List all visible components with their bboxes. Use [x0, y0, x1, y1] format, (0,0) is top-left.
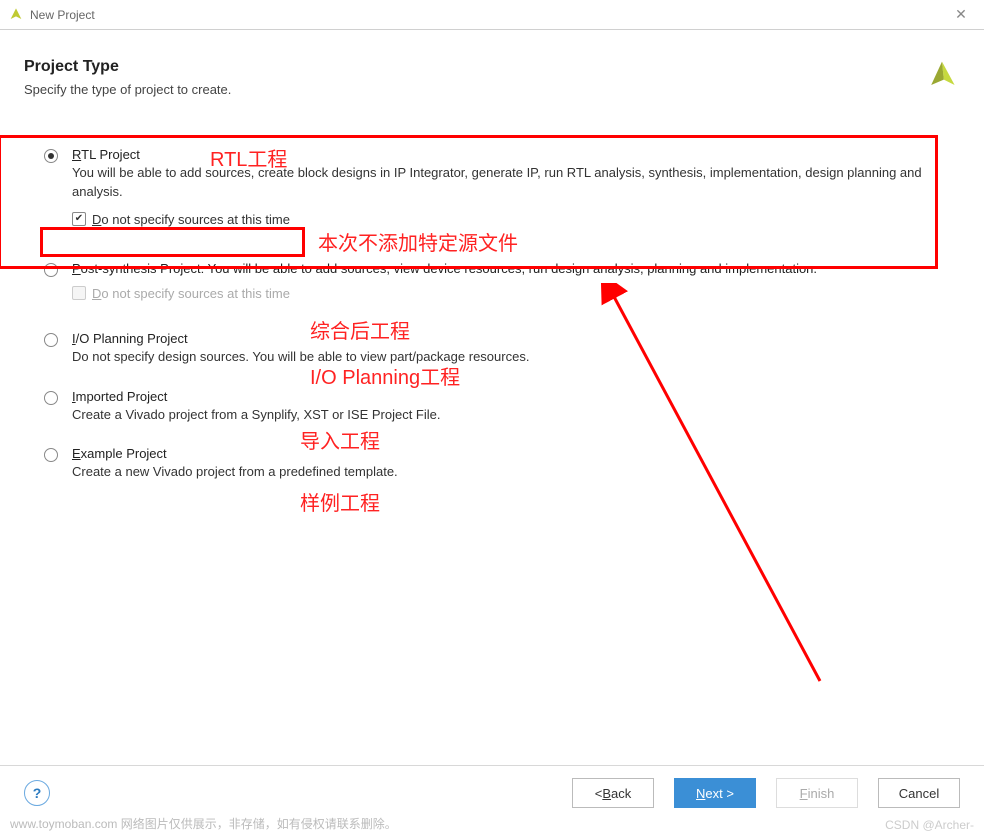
radio-post-synthesis[interactable] — [44, 263, 58, 277]
titlebar: New Project ✕ — [0, 0, 984, 30]
page-subtitle: Specify the type of project to create. — [24, 82, 924, 97]
annot-example: 样例工程 — [300, 487, 380, 516]
option-io-title: I/O Planning Project — [72, 331, 960, 346]
wizard-content: RTL Project You will be able to add sour… — [0, 111, 984, 482]
option-io-planning[interactable]: I/O Planning Project Do not specify desi… — [24, 325, 960, 367]
app-icon — [8, 7, 24, 23]
option-post-synthesis[interactable]: Post-synthesis Project: You will be able… — [24, 255, 960, 307]
cancel-button[interactable]: Cancel — [878, 778, 960, 808]
checkbox-post-label: Do not specify sources at this time — [92, 286, 290, 301]
checkbox-no-sources-label: Do not specify sources at this time — [92, 212, 290, 227]
option-imported-desc: Create a Vivado project from a Synplify,… — [72, 406, 960, 425]
help-button[interactable]: ? — [24, 780, 50, 806]
checkbox-no-sources[interactable] — [72, 212, 86, 226]
back-button[interactable]: < Back — [572, 778, 654, 808]
radio-rtl[interactable] — [44, 149, 58, 163]
radio-imported[interactable] — [44, 391, 58, 405]
window-title: New Project — [30, 8, 946, 22]
option-post-title: Post-synthesis Project: You will be able… — [72, 261, 960, 276]
page-title: Project Type — [24, 58, 924, 76]
wizard-header: Project Type Specify the type of project… — [0, 30, 984, 111]
option-example-desc: Create a new Vivado project from a prede… — [72, 463, 960, 482]
wizard-footer: ? < Back Next > Finish Cancel — [0, 765, 984, 808]
option-rtl[interactable]: RTL Project You will be able to add sour… — [24, 141, 960, 233]
option-imported-title: Imported Project — [72, 389, 960, 404]
watermark-source: www.toymoban.com 网络图片仅供展示，非存储，如有侵权请联系删除。 — [10, 815, 397, 832]
post-checkbox-row: Do not specify sources at this time — [72, 286, 960, 301]
radio-io-planning[interactable] — [44, 333, 58, 347]
option-rtl-desc: You will be able to add sources, create … — [72, 164, 960, 202]
option-imported[interactable]: Imported Project Create a Vivado project… — [24, 383, 960, 425]
next-button[interactable]: Next > — [674, 778, 756, 808]
finish-button: Finish — [776, 778, 858, 808]
close-icon[interactable]: ✕ — [946, 6, 976, 23]
watermark-csdn: CSDN @Archer- — [885, 818, 974, 832]
checkbox-post-no-sources — [72, 286, 86, 300]
option-rtl-title: RTL Project — [72, 147, 960, 162]
option-example[interactable]: Example Project Create a new Vivado proj… — [24, 440, 960, 482]
rtl-checkbox-row[interactable]: Do not specify sources at this time — [72, 212, 960, 227]
vivado-logo-icon — [924, 58, 960, 94]
radio-example[interactable] — [44, 448, 58, 462]
option-io-desc: Do not specify design sources. You will … — [72, 348, 960, 367]
option-example-title: Example Project — [72, 446, 960, 461]
